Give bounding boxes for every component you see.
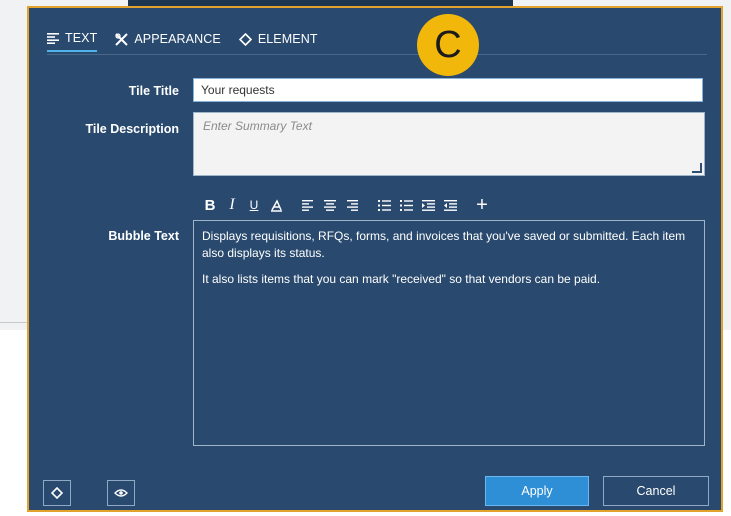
- indent-button[interactable]: [417, 194, 439, 216]
- apply-button[interactable]: Apply: [485, 476, 589, 506]
- tile-title-label: Tile Title: [128, 84, 179, 98]
- align-left-button[interactable]: [297, 194, 319, 216]
- tile-title-input[interactable]: [193, 78, 703, 102]
- bubble-text-editor[interactable]: Displays requisitions, RFQs, forms, and …: [193, 220, 705, 446]
- bubble-text-label: Bubble Text: [108, 229, 179, 243]
- eye-icon: [114, 489, 128, 497]
- target-icon: [51, 487, 63, 499]
- align-right-button[interactable]: [341, 194, 363, 216]
- align-left-icon: [302, 199, 313, 211]
- tile-description-field[interactable]: Enter Summary Text: [193, 112, 705, 176]
- numbered-list-button[interactable]: [395, 194, 417, 216]
- tab-appearance-label: APPEARANCE: [134, 32, 221, 46]
- resize-handle[interactable]: [692, 163, 702, 173]
- preview-button[interactable]: [107, 480, 135, 506]
- tile-description-label: Tile Description: [85, 122, 179, 136]
- tab-element-label: ELEMENT: [257, 32, 318, 46]
- step-badge: C: [417, 14, 479, 76]
- align-center-icon: [324, 199, 336, 211]
- target-button[interactable]: [43, 480, 71, 506]
- numbered-list-icon: [399, 199, 413, 211]
- formatting-toolbar: B I U +: [199, 194, 493, 216]
- tab-divider: [47, 54, 707, 55]
- diamond-icon: [238, 32, 252, 46]
- cancel-button[interactable]: Cancel: [603, 476, 709, 506]
- clear-format-button[interactable]: [265, 194, 287, 216]
- indent-icon: [421, 199, 435, 211]
- bubble-paragraph: Displays requisitions, RFQs, forms, and …: [202, 229, 686, 260]
- align-left-icon: [47, 32, 59, 44]
- bubble-paragraph: It also lists items that you can mark "r…: [202, 272, 601, 286]
- align-right-icon: [347, 199, 358, 211]
- tab-appearance[interactable]: APPEARANCE: [115, 26, 221, 52]
- bulleted-list-icon: [377, 199, 391, 211]
- clear-format-icon: [270, 198, 282, 212]
- underline-button[interactable]: U: [243, 194, 265, 216]
- italic-button[interactable]: I: [221, 194, 243, 216]
- outdent-button[interactable]: [439, 194, 461, 216]
- tile-description-placeholder: Enter Summary Text: [203, 119, 312, 133]
- bold-button[interactable]: B: [199, 194, 221, 216]
- outdent-icon: [443, 199, 457, 211]
- tab-element[interactable]: ELEMENT: [238, 26, 318, 52]
- tools-icon: [115, 32, 129, 46]
- tile-editor-dialog: TEXT APPEARANCE ELEMENT C Tile Title Til…: [27, 6, 723, 512]
- tab-text[interactable]: TEXT: [47, 26, 98, 52]
- align-center-button[interactable]: [319, 194, 341, 216]
- add-button[interactable]: +: [471, 194, 493, 216]
- bulleted-list-button[interactable]: [373, 194, 395, 216]
- tab-text-label: TEXT: [65, 31, 98, 45]
